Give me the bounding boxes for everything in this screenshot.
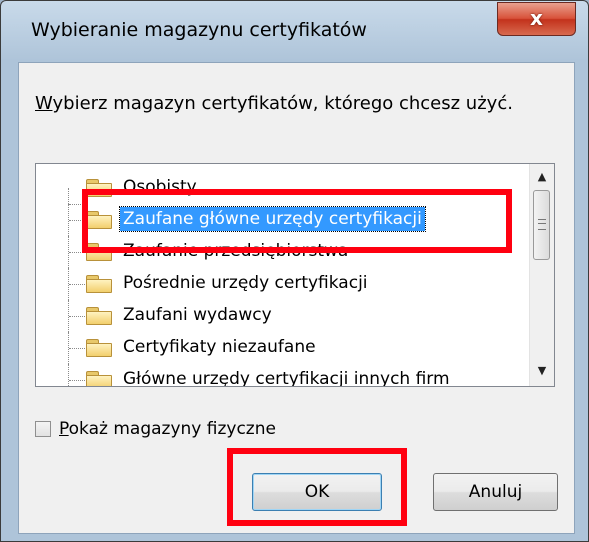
instruction-rest: ybierz magazyn certyfikatów, którego chc… xyxy=(52,93,513,114)
scroll-down-arrow-icon[interactable]: ▼ xyxy=(530,360,554,382)
scroll-thumb[interactable] xyxy=(533,190,550,260)
instruction-accelerator: W xyxy=(35,93,53,114)
tree-item-label: Certyfikaty niezaufane xyxy=(123,337,316,357)
window-title: Wybieranie magazynu certyfikatów xyxy=(31,19,367,41)
tree-item-label: Pośrednie urzędy certyfikacji xyxy=(123,273,368,293)
checkbox-accelerator: P xyxy=(59,419,69,439)
instruction-text: Wybierz magazyn certyfikatów, którego ch… xyxy=(35,93,513,114)
checkbox-label-rest: okaż magazyny fizyczne xyxy=(68,419,276,439)
scroll-up-arrow-icon[interactable]: ▲ xyxy=(530,166,554,188)
tree-item-label: Główne urzędy certyfikacji innych firm xyxy=(123,369,450,387)
folder-icon xyxy=(86,339,112,357)
close-button[interactable]: x xyxy=(497,2,576,36)
tree-item-untrusted[interactable]: Certyfikaty niezaufane xyxy=(36,332,516,364)
folder-icon xyxy=(86,307,112,325)
tree-connector xyxy=(68,364,87,386)
show-physical-stores-checkbox[interactable] xyxy=(35,421,51,437)
grip-icon xyxy=(538,219,546,230)
title-bar[interactable]: Wybieranie magazynu certyfikatów x xyxy=(1,1,588,61)
tree-item-third-party-root[interactable]: Główne urzędy certyfikacji innych firm xyxy=(36,364,516,387)
show-physical-stores-label[interactable]: Pokaż magazyny fizyczne xyxy=(59,419,276,439)
tree-item-trusted-publishers[interactable]: Zaufani wydawcy xyxy=(36,300,516,332)
folder-icon xyxy=(86,371,112,386)
tree-connector xyxy=(68,300,87,332)
vertical-scrollbar[interactable]: ▲ ▼ xyxy=(529,164,554,386)
tree-connector xyxy=(68,268,87,300)
tree-connector xyxy=(68,332,87,364)
cancel-button[interactable]: Anuluj xyxy=(433,473,558,511)
ok-button-highlight-box xyxy=(227,448,407,526)
tree-item-intermediate[interactable]: Pośrednie urzędy certyfikacji xyxy=(36,268,516,300)
selected-store-highlight-box xyxy=(82,189,512,253)
folder-icon xyxy=(86,275,112,293)
tree-item-label: Zaufani wydawcy xyxy=(123,305,272,325)
